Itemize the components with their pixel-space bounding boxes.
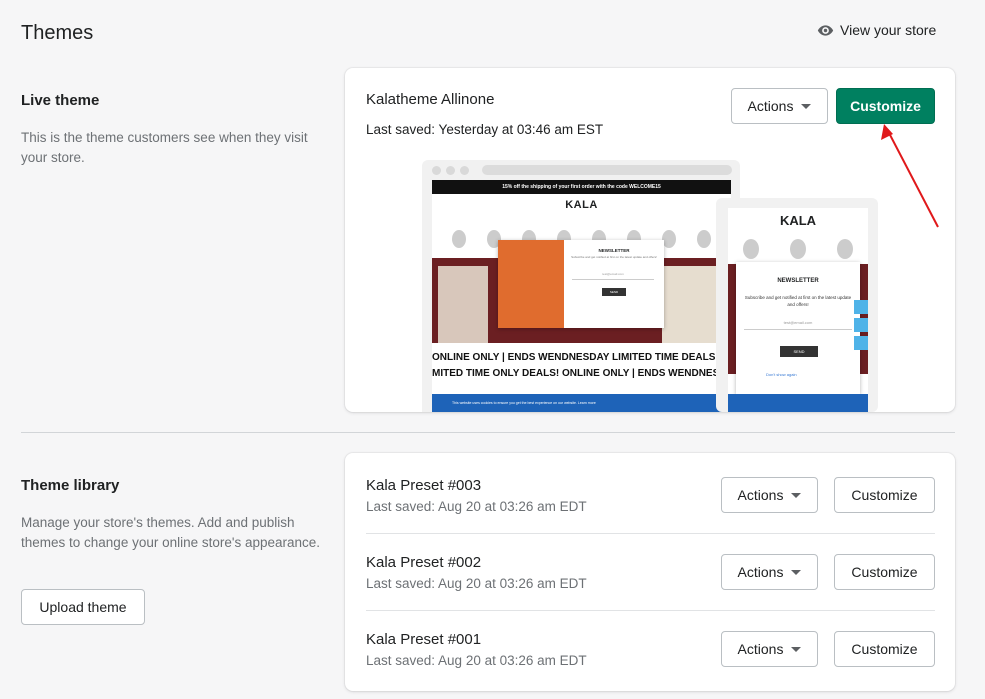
- theme-library-description: Manage your store's themes. Add and publ…: [21, 515, 321, 550]
- theme-last-saved: Last saved: Aug 20 at 03:26 am EDT: [366, 653, 587, 668]
- hero-model-image: [438, 266, 488, 343]
- play-icon: [854, 300, 868, 314]
- row-divider: [366, 533, 935, 534]
- theme-actions-button[interactable]: Actions: [721, 554, 818, 590]
- popup-send-button: SEND: [602, 288, 626, 296]
- theme-name: Kala Preset #001: [366, 631, 482, 648]
- site-logo: KALA: [565, 199, 598, 211]
- row-divider: [366, 610, 935, 611]
- live-theme-title: Live theme: [21, 92, 100, 109]
- mobile-popup-subtitle: Subscribe and get notified at first on t…: [744, 295, 852, 307]
- mobile-preview: KALA NEWSLETTER Subscribe and get notifi…: [716, 198, 878, 412]
- hero-model-image: [662, 266, 722, 343]
- mobile-cookie-bar: [728, 394, 868, 412]
- mobile-popup-checkbox-label: Don't show again: [766, 372, 797, 377]
- theme-last-saved: Last saved: Aug 20 at 03:26 am EDT: [366, 576, 587, 591]
- site-nav: [432, 216, 731, 224]
- actions-label: Actions: [737, 487, 784, 503]
- live-theme-actions-button[interactable]: Actions: [731, 88, 828, 124]
- mobile-popup-send-button: SEND: [780, 346, 818, 357]
- theme-last-saved: Last saved: Aug 20 at 03:26 am EDT: [366, 499, 587, 514]
- newsletter-popup: NEWSLETTER Subscribe and get notified at…: [498, 240, 664, 328]
- caret-down-icon: [791, 492, 802, 498]
- mobile-popup-email-field: test@email.com: [744, 320, 852, 330]
- view-store-link[interactable]: View your store: [817, 20, 936, 40]
- mobile-screen: KALA NEWSLETTER Subscribe and get notifi…: [728, 208, 868, 412]
- page-title: Themes: [21, 22, 94, 44]
- mobile-popup-title: NEWSLETTER: [777, 278, 819, 284]
- live-theme-customize-button[interactable]: Customize: [836, 88, 935, 124]
- actions-label: Actions: [747, 98, 794, 114]
- mobile-newsletter-popup: NEWSLETTER Subscribe and get notified at…: [736, 262, 860, 394]
- theme-actions-button[interactable]: Actions: [721, 477, 818, 513]
- caret-down-icon: [791, 569, 802, 575]
- theme-name: Kala Preset #002: [366, 554, 482, 571]
- marquee-line-2: MITED TIME ONLY DEALS! ONLINE ONLY | END…: [432, 368, 720, 379]
- live-theme-last-saved: Last saved: Yesterday at 03:46 am EST: [366, 122, 604, 137]
- popup-subtitle: Subscribe and get notified at first on t…: [571, 255, 657, 259]
- eye-icon: [817, 24, 834, 36]
- popup-image: [498, 240, 564, 328]
- theme-customize-button[interactable]: Customize: [834, 554, 935, 590]
- actions-label: Actions: [737, 641, 784, 657]
- settings-icon: [854, 336, 868, 350]
- popup-title: NEWSLETTER: [598, 248, 630, 253]
- promo-bar: 15% off the shipping of your first order…: [432, 180, 731, 194]
- browser-dots: [432, 166, 469, 175]
- upload-theme-button[interactable]: Upload theme: [21, 589, 145, 625]
- desktop-site: 15% off the shipping of your first order…: [432, 180, 731, 412]
- theme-customize-button[interactable]: Customize: [834, 477, 935, 513]
- marquee-line-1: ONLINE ONLY | ENDS WENDNESDAY LIMITED TI…: [432, 352, 716, 363]
- mobile-logo: KALA: [779, 213, 817, 228]
- caret-down-icon: [791, 646, 802, 652]
- popup-email-field: test@email.com: [572, 272, 654, 280]
- actions-label: Actions: [737, 564, 784, 580]
- theme-preview[interactable]: 15% off the shipping of your first order…: [422, 160, 878, 412]
- live-theme-description: This is the theme customers see when the…: [21, 130, 308, 165]
- desktop-preview: 15% off the shipping of your first order…: [422, 160, 740, 412]
- home-icon: [854, 318, 868, 332]
- theme-actions-button[interactable]: Actions: [721, 631, 818, 667]
- caret-down-icon: [801, 103, 812, 109]
- browser-url-bar: [482, 165, 732, 175]
- cookie-bar: This website uses cookies to ensure you …: [432, 394, 731, 412]
- view-store-label: View your store: [840, 22, 937, 38]
- theme-name: Kala Preset #003: [366, 477, 482, 494]
- theme-library-title: Theme library: [21, 477, 120, 494]
- mobile-category-row: [728, 234, 868, 264]
- theme-customize-button[interactable]: Customize: [834, 631, 935, 667]
- section-divider: [21, 432, 955, 433]
- live-theme-name: Kalatheme Allinone: [366, 91, 495, 108]
